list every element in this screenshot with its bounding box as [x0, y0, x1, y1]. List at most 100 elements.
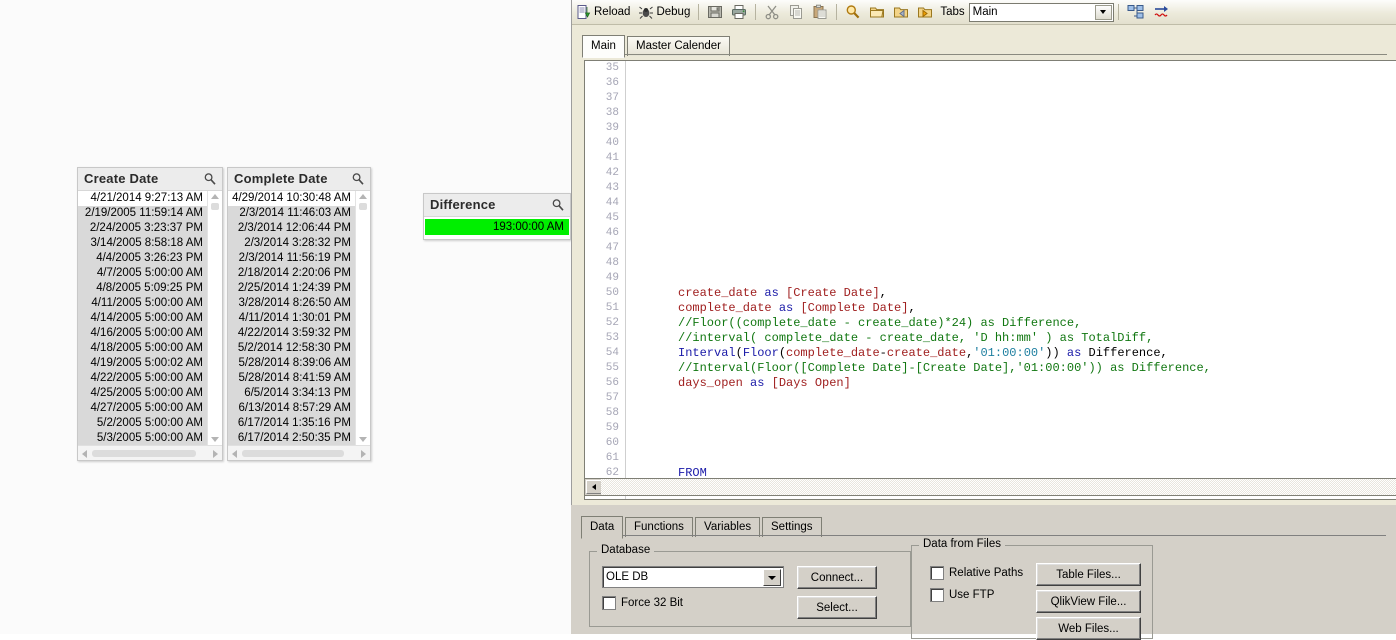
listbox-row[interactable]: 4/8/2005 5:09:25 PM	[78, 281, 208, 296]
listbox-row[interactable]: 2/3/2014 11:46:03 AM	[228, 206, 356, 221]
next-tab-button[interactable]	[914, 2, 936, 22]
code-line[interactable]	[626, 61, 1396, 76]
checkbox-box[interactable]	[602, 596, 616, 610]
listbox-row[interactable]: 4/11/2014 1:30:01 PM	[228, 311, 356, 326]
goto-error-button[interactable]	[1150, 2, 1174, 22]
hscroll-track[interactable]	[601, 479, 1396, 495]
listbox-row[interactable]: 5/28/2014 8:41:59 AM	[228, 371, 356, 386]
script-code-pane[interactable]: 3536373839404142434445464748495051525354…	[584, 60, 1396, 500]
code-line[interactable]	[626, 181, 1396, 196]
bottom-tab-variables[interactable]: Variables	[695, 517, 760, 537]
listbox-row[interactable]: 2/3/2014 3:28:32 PM	[228, 236, 356, 251]
listbox-body-difference[interactable]: 193:00:00 AM	[424, 217, 570, 239]
script-tab-master-calender[interactable]: Master Calender	[627, 36, 730, 56]
listbox-row[interactable]: 2/24/2005 3:23:37 PM	[78, 221, 208, 236]
listbox-row[interactable]: 4/19/2005 5:00:02 AM	[78, 356, 208, 371]
relative-paths-checkbox[interactable]: Relative Paths	[930, 566, 1023, 580]
hscroll-thumb[interactable]	[242, 450, 344, 457]
listbox-row[interactable]: 4/18/2005 5:00:00 AM	[78, 341, 208, 356]
listbox-row[interactable]: 6/17/2014 2:50:35 PM	[228, 431, 356, 445]
magnifier-icon[interactable]	[203, 172, 217, 186]
tabs-combobox[interactable]: Main	[969, 3, 1114, 22]
checkbox-box[interactable]	[930, 566, 944, 580]
reload-button[interactable]: Reload	[573, 2, 633, 22]
vscroll-thumb[interactable]	[359, 203, 367, 210]
listbox-caption-create-date[interactable]: Create Date	[78, 168, 222, 191]
code-line[interactable]: Interval(Floor(complete_date-create_date…	[626, 346, 1396, 361]
listbox-body-complete-date[interactable]: 4/29/2014 10:30:48 AM2/3/2014 11:46:03 A…	[228, 191, 370, 445]
listbox-row[interactable]: 4/29/2014 10:30:48 AM	[228, 191, 356, 206]
prev-tab-button[interactable]	[890, 2, 912, 22]
listbox-row[interactable]: 4/22/2005 5:00:00 AM	[78, 371, 208, 386]
database-driver-combobox[interactable]: OLE DB	[602, 566, 784, 588]
listbox-row[interactable]: 6/5/2014 3:34:13 PM	[228, 386, 356, 401]
code-line[interactable]	[626, 226, 1396, 241]
listbox-caption-complete-date[interactable]: Complete Date	[228, 168, 370, 191]
web-files-button[interactable]: Web Files...	[1036, 617, 1141, 640]
paste-button[interactable]	[809, 2, 831, 22]
scroll-left-arrow-icon[interactable]	[586, 480, 602, 494]
listbox-row[interactable]: 4/7/2005 5:00:00 AM	[78, 266, 208, 281]
listbox-row[interactable]: 2/3/2014 11:56:19 PM	[228, 251, 356, 266]
difference-selected-value[interactable]: 193:00:00 AM	[425, 219, 569, 235]
listbox-row[interactable]: 2/3/2014 12:06:44 PM	[228, 221, 356, 236]
debug-button[interactable]: Debug	[635, 2, 693, 22]
listbox-row[interactable]: 5/2/2014 12:58:30 PM	[228, 341, 356, 356]
code-line[interactable]	[626, 436, 1396, 451]
find-button[interactable]	[842, 2, 864, 22]
connect-button[interactable]: Connect...	[797, 566, 877, 589]
code-line[interactable]: create_date as [Create Date],	[626, 286, 1396, 301]
listbox-row[interactable]: 5/3/2005 5:00:00 AM	[78, 431, 208, 445]
cut-button[interactable]	[761, 2, 783, 22]
scroll-up-arrow-icon[interactable]	[211, 194, 219, 199]
magnifier-icon[interactable]	[551, 198, 565, 212]
code-line[interactable]	[626, 166, 1396, 181]
bottom-tab-functions[interactable]: Functions	[625, 517, 693, 537]
table-files-button[interactable]: Table Files...	[1036, 563, 1141, 586]
listbox-row[interactable]: 4/11/2005 5:00:00 AM	[78, 296, 208, 311]
code-line[interactable]	[626, 121, 1396, 136]
code-line[interactable]: //Floor((complete_date - create_date)*24…	[626, 316, 1396, 331]
scroll-left-arrow-icon[interactable]	[82, 450, 87, 458]
listbox-rows-complete-date[interactable]: 4/29/2014 10:30:48 AM2/3/2014 11:46:03 A…	[228, 191, 356, 445]
chevron-down-icon[interactable]	[1095, 5, 1112, 20]
listbox-row[interactable]: 4/16/2005 5:00:00 AM	[78, 326, 208, 341]
listbox-row[interactable]: 4/4/2005 3:26:23 PM	[78, 251, 208, 266]
listbox-row[interactable]: 4/22/2014 3:59:32 PM	[228, 326, 356, 341]
copy-button[interactable]	[785, 2, 807, 22]
listbox-difference[interactable]: Difference 193:00:00 AM	[423, 193, 571, 240]
code-line[interactable]	[626, 106, 1396, 121]
scroll-down-arrow-icon[interactable]	[359, 437, 367, 442]
code-line[interactable]: //Interval(Floor([Complete Date]-[Create…	[626, 361, 1396, 376]
scroll-right-arrow-icon[interactable]	[213, 450, 218, 458]
code-line[interactable]	[626, 211, 1396, 226]
scroll-down-arrow-icon[interactable]	[211, 437, 219, 442]
use-ftp-checkbox[interactable]: Use FTP	[930, 588, 994, 602]
listbox-row[interactable]: 3/14/2005 8:58:18 AM	[78, 236, 208, 251]
scroll-left-arrow-icon[interactable]	[232, 450, 237, 458]
listbox-row[interactable]: 4/27/2005 5:00:00 AM	[78, 401, 208, 416]
script-code-text[interactable]: create_date as [Create Date],complete_da…	[626, 61, 1396, 499]
code-line[interactable]: //interval( complete_date - create_date,…	[626, 331, 1396, 346]
listbox-row[interactable]: 2/18/2014 2:20:06 PM	[228, 266, 356, 281]
bottom-tab-data[interactable]: Data	[581, 516, 623, 539]
code-line[interactable]	[626, 406, 1396, 421]
magnifier-icon[interactable]	[351, 172, 365, 186]
scroll-up-arrow-icon[interactable]	[359, 194, 367, 199]
listbox-row[interactable]: 2/25/2014 1:24:39 PM	[228, 281, 356, 296]
code-line[interactable]	[626, 421, 1396, 436]
code-line[interactable]	[626, 196, 1396, 211]
listbox-rows-create-date[interactable]: 4/21/2014 9:27:13 AM2/19/2005 11:59:14 A…	[78, 191, 208, 445]
bottom-tab-settings[interactable]: Settings	[762, 517, 822, 537]
listbox-vscrollbar-create-date[interactable]	[207, 191, 222, 445]
listbox-row[interactable]: 2/19/2005 11:59:14 AM	[78, 206, 208, 221]
code-line[interactable]	[626, 136, 1396, 151]
listbox-vscrollbar-complete-date[interactable]	[355, 191, 370, 445]
code-line[interactable]	[626, 256, 1396, 271]
code-line[interactable]	[626, 451, 1396, 466]
listbox-create-date[interactable]: Create Date 4/21/2014 9:27:13 AM2/19/200…	[77, 167, 223, 461]
code-line[interactable]	[626, 391, 1396, 406]
code-line[interactable]	[626, 271, 1396, 286]
code-line[interactable]: complete_date as [Complete Date],	[626, 301, 1396, 316]
qlikview-file-button[interactable]: QlikView File...	[1036, 590, 1141, 613]
